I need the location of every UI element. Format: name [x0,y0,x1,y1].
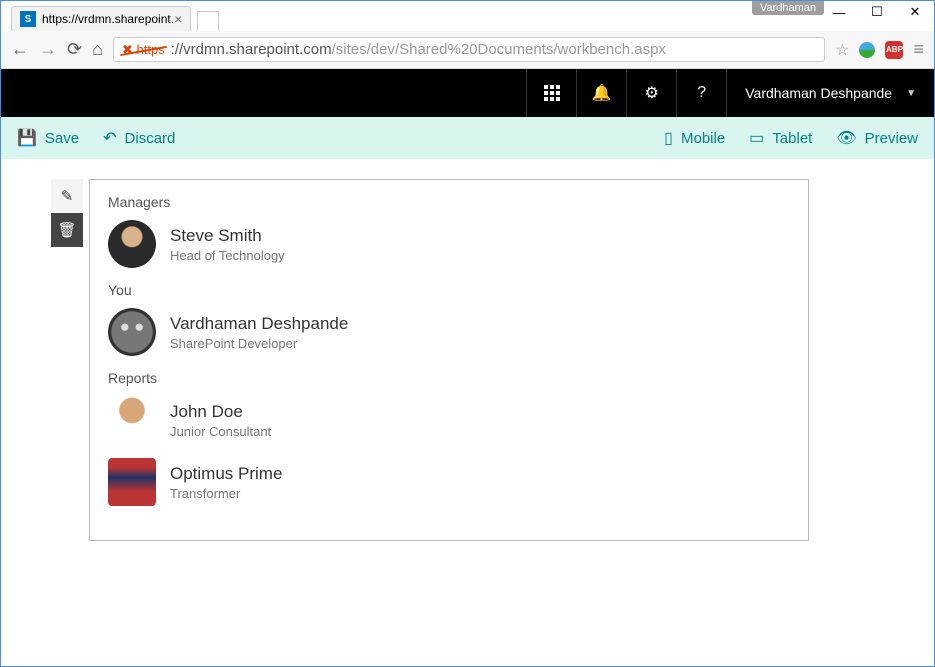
avatar [108,220,156,268]
window-controls: — ☐ ✕ [820,1,934,23]
gear-icon: ⚙ [645,83,659,103]
edit-webpart-button[interactable]: ✎ [51,179,83,213]
webpart-controls: ✎ 🗑 [51,179,83,541]
forward-button[interactable]: → [39,39,57,60]
save-button[interactable]: 💾 Save [17,128,79,148]
suite-header: 🔔 ⚙ ? Vardhaman Deshpande ▼ [1,69,934,117]
webpart-wrapper: ✎ 🗑 Managers Steve Smith Head of Technolog… [51,179,904,541]
section-label: You [108,282,790,298]
bell-icon: 🔔 [592,83,612,103]
globe-extension-icon[interactable] [859,42,875,58]
avatar [108,396,156,444]
url-host: ://vrdmn.sharepoint.com [171,41,332,58]
waffle-icon [544,85,560,101]
person-row[interactable]: Optimus Prime Transformer [108,458,790,506]
save-icon: 💾 [17,128,37,148]
chevron-down-icon: ▼ [906,88,916,99]
person-row[interactable]: John Doe Junior Consultant [108,396,790,444]
canvas-area[interactable]: ✎ 🗑 Managers Steve Smith Head of Technolog… [1,159,934,664]
eye-icon: 👁 [836,128,856,148]
new-tab-button[interactable] [197,11,219,31]
chrome-menu-icon[interactable]: ≡ [913,39,924,60]
help-icon: ? [697,84,706,102]
person-name: Steve Smith [170,226,285,246]
person-title: Junior Consultant [170,424,271,439]
section-label: Reports [108,370,790,386]
trash-icon: 🗑 [57,221,76,239]
person-title: Head of Technology [170,248,285,263]
person-title: Transformer [170,486,282,501]
tablet-icon: ▭ [749,128,764,148]
address-bar-row: ← → ⟳ ⌂ ✖ https ://vrdmn.sharepoint.com … [1,31,934,69]
maximize-button[interactable]: ☐ [858,1,896,23]
tablet-view-button[interactable]: ▭ Tablet [749,128,812,148]
org-chart-webpart: Managers Steve Smith Head of Technology You… [89,179,809,541]
discard-label: Discard [125,130,176,147]
browser-chrome: S https://vrdmn.sharepoint. × Vardhaman … [1,1,934,69]
person-name: Vardhaman Deshpande [170,314,348,334]
undo-icon: ↶ [103,128,116,148]
user-name-label: Vardhaman Deshpande [745,85,892,101]
bookmark-star-icon[interactable]: ☆ [835,40,849,60]
delete-webpart-button[interactable]: 🗑 [51,213,83,247]
save-label: Save [45,130,79,147]
section-label: Managers [108,194,790,210]
settings-button[interactable]: ⚙ [626,69,676,117]
person-name: John Doe [170,402,271,422]
tab-strip: S https://vrdmn.sharepoint. × Vardhaman … [1,1,934,31]
mobile-view-button[interactable]: ▯ Mobile [664,128,725,148]
adblock-extension-icon[interactable]: ABP [885,41,903,59]
workbench-toolbar: 💾 Save ↶ Discard ▯ Mobile ▭ Tablet 👁 Pre… [1,117,934,159]
url-path: /sites/dev/Shared%20Documents/workbench.… [332,41,666,58]
pencil-icon: ✎ [61,187,74,205]
notifications-button[interactable]: 🔔 [576,69,626,117]
person-row[interactable]: Steve Smith Head of Technology [108,220,790,268]
person-name: Optimus Prime [170,464,282,484]
minimize-button[interactable]: — [820,1,858,23]
insecure-https-icon: ✖ https [122,42,165,58]
preview-label: Preview [865,130,918,147]
avatar [108,458,156,506]
browser-tab[interactable]: S https://vrdmn.sharepoint. × [11,6,191,31]
user-menu[interactable]: Vardhaman Deshpande ▼ [726,69,934,117]
discard-button[interactable]: ↶ Discard [103,128,175,148]
avatar [108,308,156,356]
reload-button[interactable]: ⟳ [67,39,82,60]
tablet-label: Tablet [772,130,812,147]
close-window-button[interactable]: ✕ [896,1,934,23]
mobile-label: Mobile [681,130,725,147]
app-launcher-button[interactable] [526,69,576,117]
sharepoint-favicon: S [20,11,36,27]
home-button[interactable]: ⌂ [92,39,103,60]
address-bar[interactable]: ✖ https ://vrdmn.sharepoint.com /sites/d… [113,37,825,62]
close-tab-icon[interactable]: × [174,11,182,27]
extension-area: ☆ ABP ≡ [835,39,924,60]
person-title: SharePoint Developer [170,336,348,351]
preview-button[interactable]: 👁 Preview [836,128,918,148]
tab-title: https://vrdmn.sharepoint. [42,12,174,26]
help-button[interactable]: ? [676,69,726,117]
mobile-icon: ▯ [664,128,673,148]
back-button[interactable]: ← [11,39,29,60]
chrome-profile-badge[interactable]: Vardhaman [752,1,824,15]
person-row[interactable]: Vardhaman Deshpande SharePoint Developer [108,308,790,356]
